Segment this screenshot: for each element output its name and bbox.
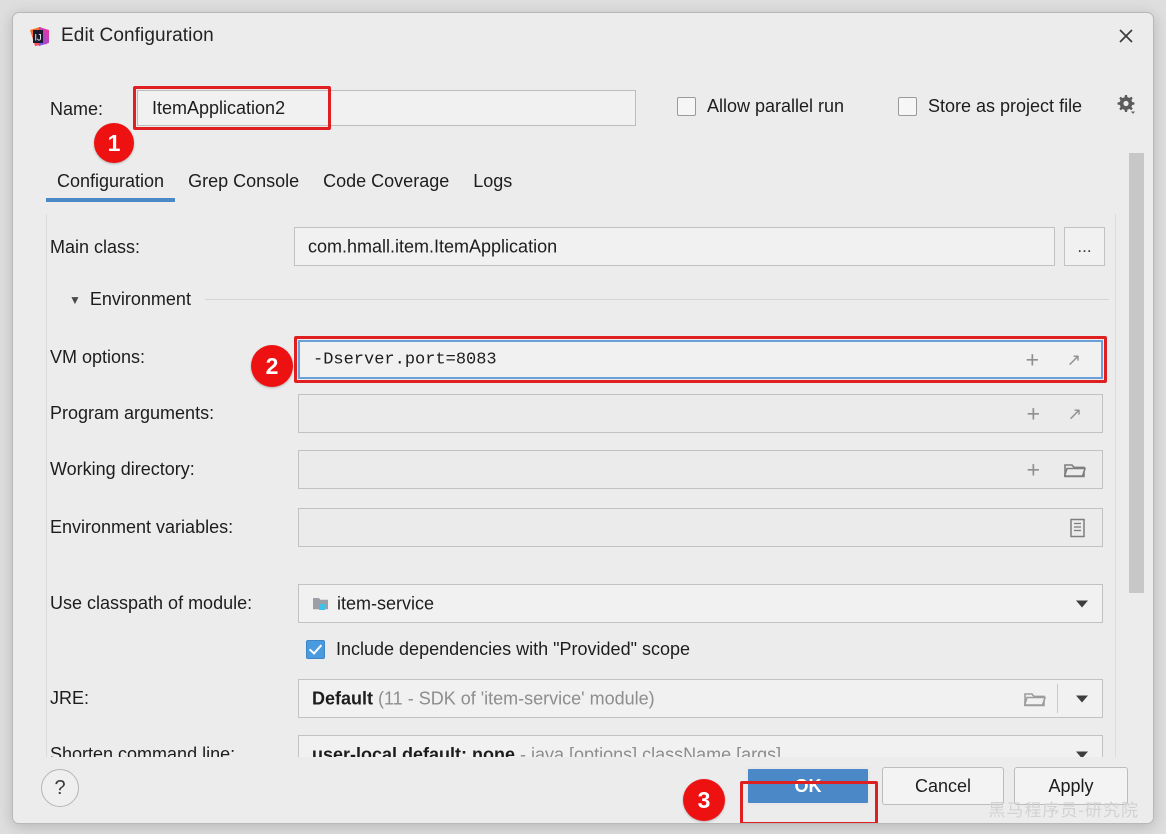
allow-parallel-run-checkbox[interactable]: Allow parallel run [677, 96, 844, 117]
name-label: Name: [50, 99, 104, 119]
add-icon[interactable]: + [1026, 348, 1039, 371]
name-input[interactable]: ItemApplication2 [137, 90, 636, 126]
jre-value-detail: (11 - SDK of 'item-service' module) [373, 688, 655, 708]
vm-options-value: -Dserver.port=8083 [313, 350, 497, 369]
environment-variables-input[interactable] [298, 508, 1103, 547]
checkbox-box [677, 97, 696, 116]
module-icon [312, 596, 329, 612]
section-divider [204, 299, 1109, 300]
dialog-footer: ? OK Cancel Apply [13, 757, 1153, 823]
annotation-badge-1: 1 [94, 123, 134, 163]
store-as-project-file-label: Store as project file [928, 96, 1083, 116]
program-arguments-label: Program arguments: [50, 403, 215, 423]
ok-button[interactable]: OK [746, 767, 870, 805]
tab-code-coverage[interactable]: Code Coverage [311, 171, 461, 202]
tab-configuration[interactable]: Configuration [45, 171, 176, 202]
dialog-titlebar: IJ Edit Configuration [13, 13, 1153, 59]
list-editor-icon[interactable] [1069, 518, 1086, 538]
folder-icon[interactable] [1064, 461, 1086, 479]
expand-icon[interactable]: ↗ [1068, 405, 1082, 422]
jre-value-bold: Default [312, 688, 374, 708]
close-icon[interactable] [1113, 23, 1139, 49]
annotation-badge-3: 3 [683, 779, 725, 821]
environment-section-label: Environment [89, 289, 191, 309]
checkbox-box [898, 97, 917, 116]
chevron-down-icon: ▼ [69, 292, 81, 307]
expand-icon[interactable]: ↗ [1067, 351, 1081, 368]
jre-label: JRE: [50, 688, 90, 708]
vertical-scrollbar[interactable] [1129, 143, 1144, 763]
environment-variables-label: Environment variables: [50, 517, 234, 537]
tab-bar: Configuration Grep Console Code Coverage… [45, 171, 524, 202]
main-class-value: com.hmall.item.ItemApplication [308, 236, 558, 256]
allow-parallel-run-label: Allow parallel run [707, 96, 845, 116]
scrollbar-thumb[interactable] [1129, 153, 1144, 593]
store-as-project-file-checkbox[interactable]: Store as project file [898, 96, 1082, 117]
name-input-value: ItemApplication2 [152, 98, 286, 118]
main-class-label: Main class: [50, 237, 141, 257]
chevron-down-icon[interactable] [1076, 600, 1088, 607]
jre-dropdown[interactable]: Default (11 - SDK of 'item-service' modu… [298, 679, 1103, 718]
chevron-down-icon[interactable] [1076, 695, 1088, 702]
use-classpath-of-module-dropdown[interactable]: item-service [298, 584, 1103, 623]
folder-icon[interactable] [1024, 690, 1046, 708]
tab-grep-console[interactable]: Grep Console [176, 171, 311, 202]
main-class-browse-button[interactable]: ... [1064, 227, 1105, 266]
cancel-button[interactable]: Cancel [882, 767, 1004, 805]
program-arguments-input[interactable]: + ↗ [298, 394, 1103, 433]
include-provided-scope-label: Include dependencies with "Provided" sco… [336, 639, 691, 659]
vm-options-label: VM options: [50, 347, 146, 367]
working-directory-input[interactable]: + [298, 450, 1103, 489]
tab-logs[interactable]: Logs [461, 171, 524, 202]
vm-options-input[interactable]: -Dserver.port=8083 + ↗ [298, 340, 1103, 379]
working-directory-label: Working directory: [50, 459, 195, 479]
gear-icon[interactable] [1114, 93, 1138, 117]
add-icon[interactable]: + [1027, 458, 1040, 481]
include-provided-scope-checkbox[interactable]: Include dependencies with "Provided" sco… [306, 639, 690, 660]
use-classpath-of-module-value: item-service [337, 593, 435, 613]
add-icon[interactable]: + [1027, 402, 1040, 425]
annotation-badge-2: 2 [251, 345, 293, 387]
checkbox-box [306, 640, 325, 659]
main-class-input[interactable]: com.hmall.item.ItemApplication [294, 227, 1055, 266]
dialog-title: Edit Configuration [61, 25, 214, 46]
intellij-idea-icon: IJ [29, 26, 50, 47]
watermark: 黑马程序员-研究院 [988, 801, 1139, 820]
environment-section-header[interactable]: ▼ Environment [69, 289, 1109, 310]
edit-configuration-dialog: IJ Edit Configuration Name: ItemApplicat… [12, 12, 1154, 824]
use-classpath-of-module-label: Use classpath of module: [50, 593, 253, 613]
divider [1057, 684, 1058, 713]
svg-text:IJ: IJ [34, 33, 41, 43]
help-button[interactable]: ? [41, 769, 79, 807]
